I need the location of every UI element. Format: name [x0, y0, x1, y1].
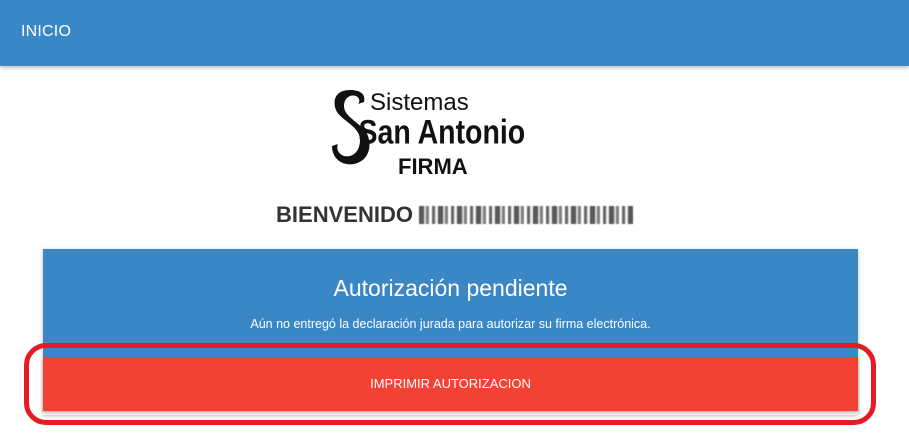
print-authorization-button[interactable]: IMPRIMIR AUTORIZACION [43, 357, 858, 411]
home-link[interactable]: INICIO [21, 23, 71, 41]
svg-text:FIRMA: FIRMA [398, 154, 468, 178]
sistemas-san-antonio-logo: Sistemas San Antonio FIRMA [330, 86, 562, 178]
welcome-message: BIENVENIDO [0, 202, 909, 228]
top-app-bar: INICIO [0, 0, 909, 66]
authorization-title: Autorización pendiente [333, 275, 568, 301]
authorization-card: Autorización pendiente Aún no entregó la… [43, 249, 858, 415]
authorization-message: Aún no entregó la declaración jurada par… [250, 317, 651, 331]
redacted-user-name [418, 206, 633, 224]
svg-text:San Antonio: San Antonio [359, 112, 526, 151]
authorization-card-header: Autorización pendiente Aún no entregó la… [43, 249, 858, 357]
welcome-label: BIENVENIDO [276, 202, 413, 227]
